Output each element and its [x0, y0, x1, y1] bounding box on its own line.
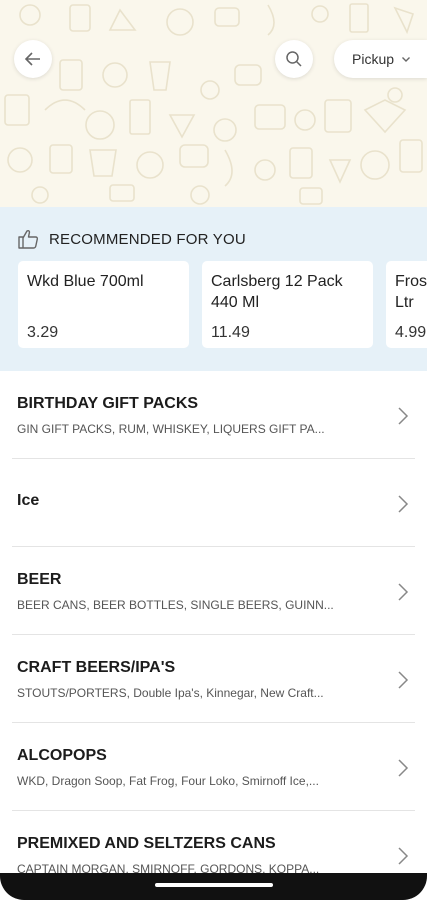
category-title: BIRTHDAY GIFT PACKS	[17, 395, 199, 412]
category-subtitle: STOUTS/PORTERS, Double Ipa's, Kinnegar, …	[17, 686, 324, 700]
category-title: CRAFT BEERS/IPA'S	[17, 659, 176, 676]
category-title: ALCOPOPS	[17, 747, 107, 764]
category-subtitle: GIN GIFT PACKS, RUM, WHISKEY, LIQUERS GI…	[17, 422, 325, 436]
product-card[interactable]: Wkd Blue 700ml 3.29	[18, 261, 189, 348]
chevron-right-icon	[398, 495, 409, 513]
chevron-right-icon	[398, 583, 409, 601]
chevron-right-icon	[398, 759, 409, 777]
category-row[interactable]: ALCOPOPS WKD, Dragon Soop, Fat Frog, Fou…	[12, 723, 415, 811]
pickup-dropdown[interactable]: Pickup	[334, 40, 427, 78]
category-row[interactable]: BEER BEER CANS, BEER BOTTLES, SINGLE BEE…	[12, 547, 415, 635]
search-button[interactable]	[275, 40, 313, 78]
home-indicator[interactable]	[155, 883, 273, 887]
pickup-label: Pickup	[352, 51, 395, 67]
recommended-section: RECOMMENDED FOR YOU Wkd Blue 700ml 3.29 …	[0, 207, 427, 371]
product-card[interactable]: Carlsberg 12 Pack 440 Ml 11.49	[202, 261, 373, 348]
back-button[interactable]	[14, 40, 52, 78]
recommended-title: RECOMMENDED FOR YOU	[49, 230, 246, 248]
product-card[interactable]: Fros Ltr 4.99	[386, 261, 427, 348]
product-price: 4.99	[395, 324, 427, 341]
category-subtitle: BEER CANS, BEER BOTTLES, SINGLE BEERS, G…	[17, 598, 334, 612]
category-subtitle: WKD, Dragon Soop, Fat Frog, Four Loko, S…	[17, 774, 319, 788]
category-title: BEER	[17, 571, 62, 588]
product-name: Wkd Blue 700ml	[27, 273, 144, 290]
chevron-right-icon	[398, 671, 409, 689]
category-row[interactable]: CRAFT BEERS/IPA'S STOUTS/PORTERS, Double…	[12, 635, 415, 723]
recommended-header: RECOMMENDED FOR YOU	[18, 229, 246, 249]
search-icon	[286, 51, 302, 67]
category-list: BIRTHDAY GIFT PACKS GIN GIFT PACKS, RUM,…	[0, 371, 427, 899]
chevron-right-icon	[398, 407, 409, 425]
category-title: Ice	[17, 492, 40, 509]
thumbs-up-icon	[18, 229, 39, 249]
food-doodle-pattern	[4, 3, 423, 205]
category-row[interactable]: Ice	[12, 459, 415, 547]
chevron-down-icon	[402, 57, 411, 62]
header-banner: Pickup	[0, 0, 427, 207]
category-row[interactable]: BIRTHDAY GIFT PACKS GIN GIFT PACKS, RUM,…	[12, 371, 415, 459]
chevron-right-icon	[398, 847, 409, 865]
product-price: 3.29	[27, 324, 59, 341]
product-name: Fros Ltr	[395, 273, 427, 311]
product-name: Carlsberg 12 Pack 440 Ml	[211, 273, 343, 311]
back-arrow-icon	[24, 52, 40, 66]
product-price: 11.49	[211, 324, 250, 341]
category-title: PREMIXED AND SELTZERS CANS	[17, 835, 276, 852]
